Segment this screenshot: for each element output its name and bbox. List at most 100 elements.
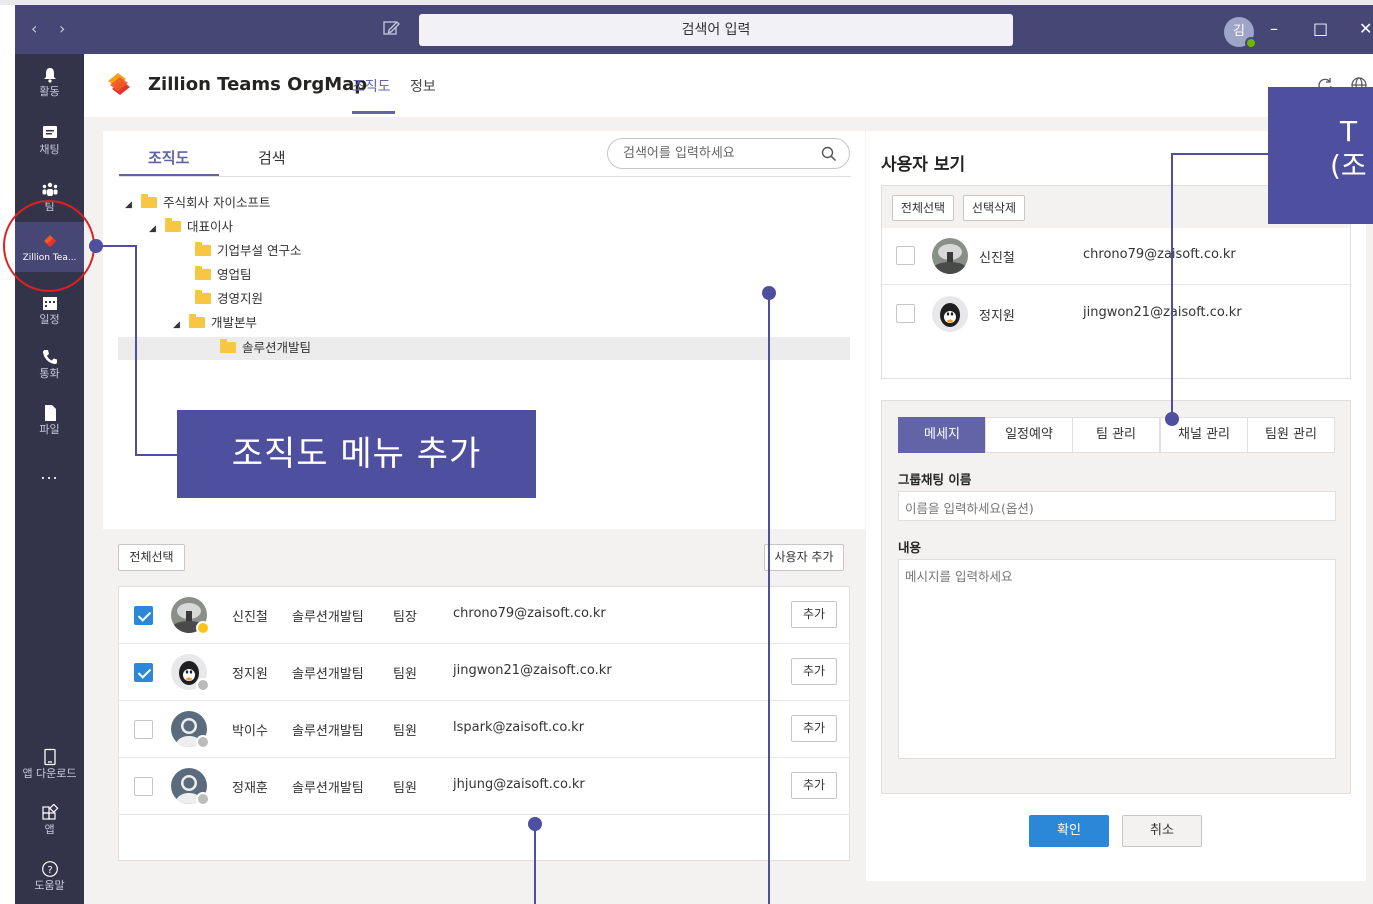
- minimize-icon[interactable]: –: [1270, 19, 1278, 38]
- add-member-button[interactable]: 추가: [791, 772, 837, 799]
- global-search-input[interactable]: 검색어 입력: [419, 14, 1013, 46]
- table-row[interactable]: 정재훈 솔루션개발팀 팀원 jhjung@zaisoft.co.kr 추가: [119, 758, 849, 815]
- member-team: 솔루션개발팀: [292, 667, 364, 682]
- add-member-button[interactable]: 추가: [791, 715, 837, 742]
- member-name: 정재훈: [232, 781, 268, 796]
- tree-node-research[interactable]: 기업부설 연구소: [195, 240, 301, 262]
- rail-item-zillion[interactable]: Zillion Tea...: [15, 222, 84, 272]
- presence-offline-icon: [196, 678, 210, 692]
- member-checkbox[interactable]: [134, 720, 153, 739]
- tab-member-manage[interactable]: 팀원 관리: [1247, 417, 1335, 453]
- search-icon[interactable]: [821, 146, 837, 162]
- rail-item-chat[interactable]: 채팅: [15, 124, 84, 156]
- tab-orgmap[interactable]: 조직도: [352, 76, 391, 96]
- rail-label: 일정: [39, 313, 60, 326]
- maximize-icon[interactable]: □: [1313, 19, 1328, 38]
- tree-node-label: 주식회사 자이소프트: [163, 195, 271, 210]
- app-header: Zillion Teams OrgMap 조직도 정보: [84, 54, 1373, 117]
- member-checkbox[interactable]: [134, 777, 153, 796]
- user-checkbox[interactable]: [896, 304, 915, 323]
- close-icon[interactable]: ✕: [1359, 19, 1372, 38]
- user-avatar[interactable]: 김: [1224, 17, 1257, 49]
- title-bar: ‹ › 검색어 입력 김 – □ ✕: [15, 5, 1373, 54]
- tab-message[interactable]: 메세지: [898, 417, 986, 453]
- rail-item-activity[interactable]: 활동: [15, 66, 84, 98]
- add-member-button[interactable]: 추가: [791, 658, 837, 685]
- forward-arrow-icon[interactable]: ›: [59, 19, 65, 38]
- delete-selected-button[interactable]: 선택삭제: [963, 195, 1025, 221]
- rail-label: 앱 다운로드: [22, 767, 77, 780]
- tree-node-label: 개발본부: [211, 315, 258, 330]
- select-all-button[interactable]: 전체선택: [118, 544, 185, 571]
- rail-item-files[interactable]: 파일: [15, 404, 84, 436]
- avatar: [171, 597, 210, 635]
- table-row[interactable]: 신진철 솔루션개발팀 팀장 chrono79@zaisoft.co.kr 추가: [119, 587, 849, 644]
- tree-node-company[interactable]: ◢ 주식회사 자이소프트: [125, 192, 270, 214]
- annotation-callout-line: (조: [1330, 149, 1367, 182]
- user-email: jingwon21@zaisoft.co.kr: [1083, 305, 1242, 320]
- list-item[interactable]: 정지원 jingwon21@zaisoft.co.kr: [882, 286, 1350, 343]
- add-users-button[interactable]: 사용자 추가: [764, 544, 844, 571]
- expand-triangle-icon[interactable]: ◢: [125, 194, 141, 216]
- member-team: 솔루션개발팀: [292, 724, 364, 739]
- user-view-panel: 사용자 보기 전체선택 선택삭제 신진철 chrono79@zaisoft.co…: [866, 131, 1366, 881]
- teams-icon: [42, 182, 57, 196]
- confirm-button[interactable]: 확인: [1029, 815, 1109, 847]
- list-item[interactable]: 신진철 chrono79@zaisoft.co.kr: [882, 228, 1350, 285]
- member-email: chrono79@zaisoft.co.kr: [453, 606, 606, 621]
- message-textarea[interactable]: 메시지를 입력하세요: [898, 559, 1336, 759]
- compose-icon[interactable]: [381, 18, 401, 38]
- tab-orgchart[interactable]: 조직도: [148, 147, 189, 168]
- content-label: 내용: [898, 540, 922, 555]
- user-name: 신진철: [979, 251, 1015, 266]
- add-member-button[interactable]: 추가: [791, 601, 837, 628]
- user-name: 정지원: [979, 309, 1015, 324]
- table-row[interactable]: 정지원 솔루션개발팀 팀원 jingwon21@zaisoft.co.kr 추가: [119, 644, 849, 701]
- tab-team-manage[interactable]: 팀 관리: [1072, 417, 1160, 453]
- app-rail: 활동 채팅 팀 Zillion Tea... 일정 통화 파일 ... 앱 다운…: [15, 54, 84, 904]
- tab-divider: [119, 176, 851, 177]
- rail-item-calls[interactable]: 통화: [15, 348, 84, 380]
- rail-item-apps[interactable]: 앱: [15, 804, 84, 836]
- app-title: Zillion Teams OrgMap: [148, 74, 368, 95]
- tab-schedule[interactable]: 일정예약: [985, 417, 1073, 453]
- org-search-input[interactable]: 검색어를 입력하세요: [607, 138, 850, 169]
- rail-item-download[interactable]: 앱 다운로드: [15, 748, 84, 780]
- tree-node-sales[interactable]: 영업팀: [195, 264, 252, 286]
- more-icon[interactable]: ...: [15, 464, 84, 483]
- tree-node-management[interactable]: 경영지원: [195, 288, 263, 310]
- tree-node-ceo[interactable]: ◢ 대표이사: [149, 216, 233, 238]
- rail-label: 팀: [44, 200, 55, 213]
- folder-icon: [195, 266, 211, 280]
- rail-item-teams[interactable]: 팀: [15, 181, 84, 213]
- member-email: jingwon21@zaisoft.co.kr: [453, 663, 612, 678]
- user-initial: 김: [1233, 24, 1245, 39]
- active-tab-underline: [119, 174, 219, 176]
- rail-item-help[interactable]: ? 도움말: [15, 860, 84, 892]
- tab-info[interactable]: 정보: [410, 76, 436, 96]
- presence-offline-icon: [196, 735, 210, 749]
- tree-node-label: 기업부설 연구소: [217, 243, 302, 258]
- expand-triangle-icon[interactable]: ◢: [149, 218, 165, 240]
- tree-node-dev-division[interactable]: ◢ 개발본부: [173, 312, 257, 334]
- annotation-callout-right: T (조: [1268, 87, 1373, 224]
- avatar-photo-icon: [932, 296, 968, 332]
- tree-node-label: 솔루션개발팀: [242, 340, 312, 355]
- back-arrow-icon[interactable]: ‹: [31, 19, 37, 38]
- select-all-button[interactable]: 전체선택: [892, 195, 954, 221]
- table-row[interactable]: 박이수 솔루션개발팀 팀원 lspark@zaisoft.co.kr 추가: [119, 701, 849, 758]
- member-checkbox[interactable]: [134, 606, 153, 625]
- tab-search[interactable]: 검색: [258, 147, 286, 168]
- rail-item-calendar[interactable]: 일정: [15, 294, 84, 326]
- member-name: 정지원: [232, 667, 268, 682]
- group-name-input[interactable]: 이름을 입력하세요(옵션): [898, 491, 1336, 521]
- tab-channel-manage[interactable]: 채널 관리: [1160, 417, 1248, 453]
- member-checkbox[interactable]: [134, 663, 153, 682]
- member-email: jhjung@zaisoft.co.kr: [453, 777, 585, 792]
- user-checkbox[interactable]: [896, 246, 915, 265]
- tree-node-solution-team[interactable]: 솔루션개발팀: [220, 337, 311, 359]
- avatar: [932, 238, 968, 274]
- folder-icon: [220, 339, 236, 353]
- expand-triangle-icon[interactable]: ◢: [173, 314, 189, 336]
- cancel-button[interactable]: 취소: [1122, 815, 1202, 847]
